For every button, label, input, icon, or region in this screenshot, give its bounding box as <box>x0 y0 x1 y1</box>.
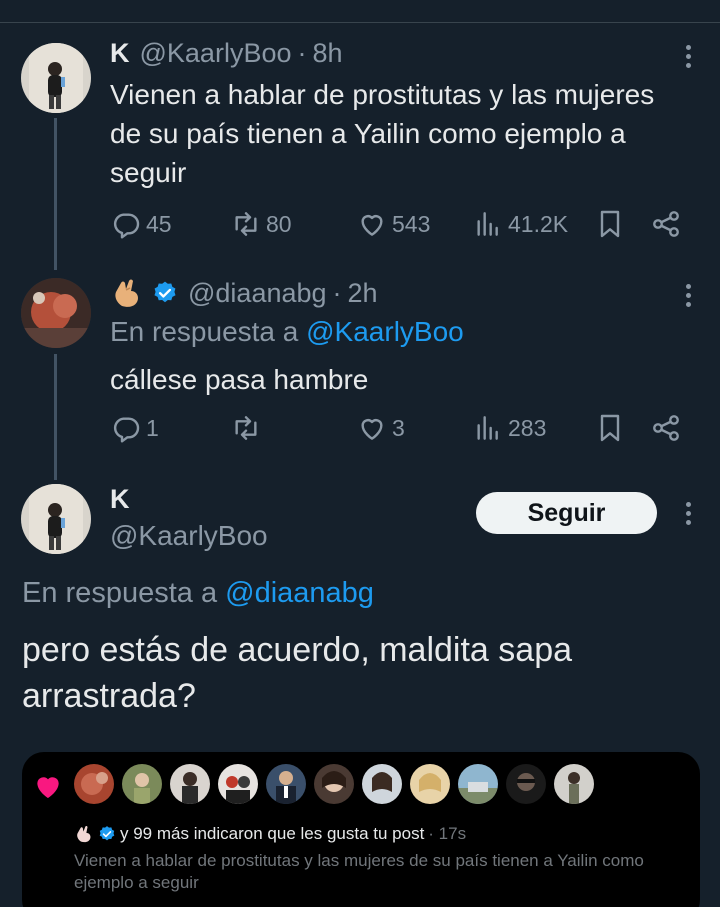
avatar[interactable] <box>218 764 258 804</box>
like-icon <box>361 215 383 236</box>
action-bar: 1 3 283 <box>110 412 690 452</box>
share-button[interactable] <box>650 208 682 240</box>
tweet-text: pero estás de acuerdo, maldita sapa arra… <box>22 631 573 715</box>
reply-button[interactable]: 1 <box>110 412 159 444</box>
tweet-text: Vienen a hablar de prostitutas y las muj… <box>110 79 655 188</box>
retweet-icon <box>235 212 257 236</box>
avatar[interactable] <box>21 43 91 113</box>
reply-context: En respuesta a @KaarlyBoo <box>110 316 464 348</box>
notification-text: y 99 más indicaron que les gusta tu post <box>120 824 425 843</box>
like-button[interactable]: 3 <box>356 412 405 444</box>
pinched-fingers-emoji <box>74 824 94 844</box>
user-handle[interactable]: @diaanabg <box>188 278 327 309</box>
avatar[interactable] <box>21 484 91 554</box>
like-button[interactable]: 543 <box>356 208 430 240</box>
separator: · <box>332 277 342 308</box>
notification-time: · 17s <box>428 824 467 843</box>
avatar[interactable] <box>74 764 114 804</box>
like-count: 543 <box>392 210 431 237</box>
retweet-button[interactable] <box>230 412 266 444</box>
tweet-diaanabg-reply[interactable]: @diaanabg · 2h En respuesta a @KaarlyBoo… <box>0 270 720 480</box>
avatar[interactable] <box>410 764 450 804</box>
view-count: 41.2K <box>508 210 569 237</box>
more-icon[interactable] <box>684 45 692 68</box>
avatar[interactable] <box>266 764 306 804</box>
share-icon <box>653 415 679 441</box>
avatar[interactable] <box>314 764 354 804</box>
pinched-fingers-emoji <box>110 276 144 310</box>
avatar[interactable] <box>506 764 546 804</box>
thread-connector <box>54 354 57 480</box>
views-icon <box>477 416 498 440</box>
reply-icon <box>113 213 140 239</box>
reply-handle-link[interactable]: @KaarlyBoo <box>306 316 464 347</box>
avatar[interactable] <box>122 764 162 804</box>
tweet-header: K @KaarlyBoo · 8h <box>110 38 343 69</box>
more-icon[interactable] <box>684 502 692 525</box>
action-bar: 45 80 543 41.2K <box>110 208 690 248</box>
avatar[interactable] <box>554 764 594 804</box>
retweet-button[interactable]: 80 <box>230 208 292 240</box>
reply-prefix: En respuesta a <box>110 316 299 347</box>
timestamp[interactable]: 2h <box>348 278 378 309</box>
separator: · <box>297 38 307 68</box>
notification-summary: y 99 más indicaron que les gusta tu post… <box>74 824 466 844</box>
liker-avatars <box>74 764 594 804</box>
share-button[interactable] <box>650 412 682 444</box>
user-handle[interactable]: @KaarlyBoo <box>140 38 292 69</box>
reply-icon <box>113 417 140 443</box>
like-count: 3 <box>392 414 405 441</box>
views-icon <box>477 212 498 236</box>
bookmark-button[interactable] <box>594 208 626 240</box>
reply-context: En respuesta a @diaanabg <box>22 577 374 610</box>
display-name[interactable]: K <box>110 38 130 69</box>
like-icon <box>361 419 383 440</box>
user-handle[interactable]: @KaarlyBoo <box>110 520 268 552</box>
like-notification-card[interactable]: y 99 más indicaron que les gusta tu post… <box>22 752 700 907</box>
share-icon <box>653 211 679 237</box>
timestamp[interactable]: 8h <box>312 38 342 69</box>
retweet-icon <box>235 416 257 440</box>
notification-post-preview: Vienen a hablar de prostitutas y las muj… <box>74 851 644 892</box>
display-name[interactable]: K <box>110 484 130 515</box>
more-icon[interactable] <box>684 284 692 307</box>
thread-connector <box>54 118 57 270</box>
views-button[interactable]: 41.2K <box>472 208 568 240</box>
avatar[interactable] <box>21 278 91 348</box>
bookmark-button[interactable] <box>594 412 626 444</box>
tweet-header: @diaanabg · 2h <box>110 276 378 310</box>
tweet-text: cállese pasa hambre <box>110 364 369 395</box>
reply-count: 45 <box>146 210 172 237</box>
follow-button[interactable]: Seguir <box>476 492 657 534</box>
reply-count: 1 <box>146 414 159 441</box>
verified-badge-icon <box>98 825 116 843</box>
views-button[interactable]: 283 <box>472 412 546 444</box>
verified-badge-icon <box>152 280 178 306</box>
view-count: 283 <box>508 414 547 441</box>
avatar[interactable] <box>458 764 498 804</box>
reply-button[interactable]: 45 <box>110 208 172 240</box>
avatar[interactable] <box>170 764 210 804</box>
avatar[interactable] <box>362 764 402 804</box>
bookmark-icon <box>600 414 620 442</box>
retweet-count: 80 <box>266 210 292 237</box>
bookmark-icon <box>600 210 620 238</box>
tweet-kaarlyboo-original[interactable]: K @KaarlyBoo · 8h Vienen a hablar de pro… <box>0 0 720 270</box>
reply-prefix: En respuesta a <box>22 577 218 609</box>
heart-icon <box>37 777 59 798</box>
reply-handle-link[interactable]: @diaanabg <box>225 577 374 609</box>
